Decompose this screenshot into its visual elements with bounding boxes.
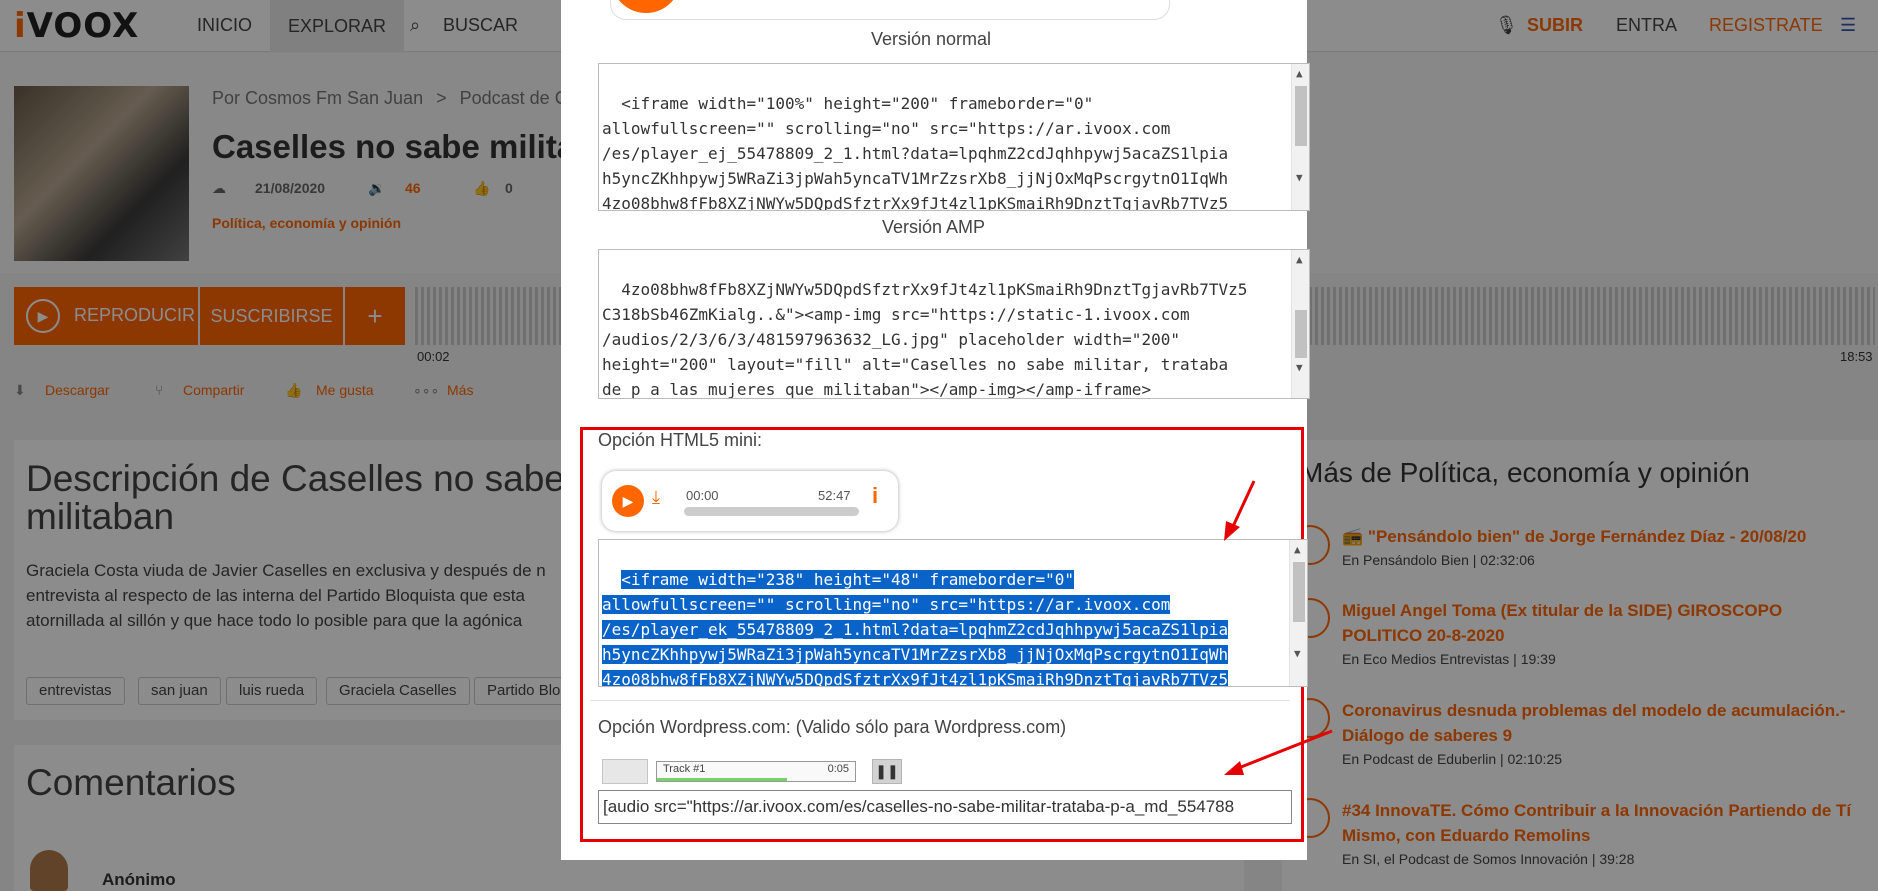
amp-embed-code-text[interactable]: 4zo08bhw8fFb8XZjNWYw5DQpdSfztrXx9fJt4zl1… [602, 280, 1247, 398]
chevron-up-icon[interactable]: ▲ [1296, 254, 1303, 266]
scrollbar[interactable]: ▲ ▼ [1289, 540, 1307, 686]
play-icon[interactable]: ▶ [612, 485, 644, 517]
html5-mini-embed-code-text[interactable]: <iframe width="238" height="48" framebor… [602, 570, 1229, 686]
volume-bars-icon[interactable] [602, 759, 648, 784]
wp-track-name: Track #1 [663, 763, 706, 775]
chevron-down-icon[interactable]: ▼ [1296, 172, 1303, 184]
amp-version-label: Versión AMP [882, 217, 986, 237]
chevron-down-icon[interactable]: ▼ [1294, 648, 1301, 660]
wordpress-label: Opción Wordpress.com: (Valido sólo para … [598, 717, 1067, 737]
download-icon[interactable]: ⤓ [652, 487, 660, 508]
top-embed-player-preview [610, 0, 1170, 20]
wordpress-shortcode-field[interactable]: [audio src="https://ar.ivoox.com/es/case… [598, 790, 1292, 824]
wp-track-time: 0:05 [827, 763, 849, 775]
wordpress-player-preview: Track #1 0:05 ❚❚ [602, 759, 902, 784]
mini-progress-bar[interactable] [684, 507, 859, 516]
chevron-up-icon[interactable]: ▲ [1296, 68, 1303, 80]
normal-version-label: Versión normal [871, 29, 992, 49]
mini-time-start: 00:00 [686, 488, 719, 503]
divider [590, 700, 1290, 701]
normal-embed-code-text[interactable]: <iframe width="100%" height="200" frameb… [602, 94, 1228, 210]
pause-icon[interactable]: ❚❚ [872, 759, 902, 784]
scrollbar[interactable]: ▲ ▼ [1291, 250, 1309, 398]
chevron-down-icon[interactable]: ▼ [1296, 362, 1303, 374]
amp-embed-code[interactable]: 4zo08bhw8fFb8XZjNWYw5DQpdSfztrXx9fJt4zl1… [598, 249, 1310, 399]
wp-track: Track #1 0:05 [656, 761, 856, 782]
annotation-arrow [1224, 729, 1333, 775]
annotation-arrow [1224, 480, 1256, 541]
html5-mini-embed-code[interactable]: <iframe width="238" height="48" framebor… [598, 539, 1308, 687]
mini-time-end: 52:47 [818, 488, 851, 503]
ivoox-i-logo-icon[interactable]: i [872, 483, 878, 509]
chevron-up-icon[interactable]: ▲ [1294, 544, 1301, 556]
normal-embed-code[interactable]: <iframe width="100%" height="200" frameb… [598, 63, 1310, 211]
html5-mini-label: Opción HTML5 mini: [598, 430, 763, 450]
scrollbar[interactable]: ▲ ▼ [1291, 64, 1309, 210]
mini-player-preview: ▶ ⤓ 00:00 52:47 i [602, 471, 898, 531]
